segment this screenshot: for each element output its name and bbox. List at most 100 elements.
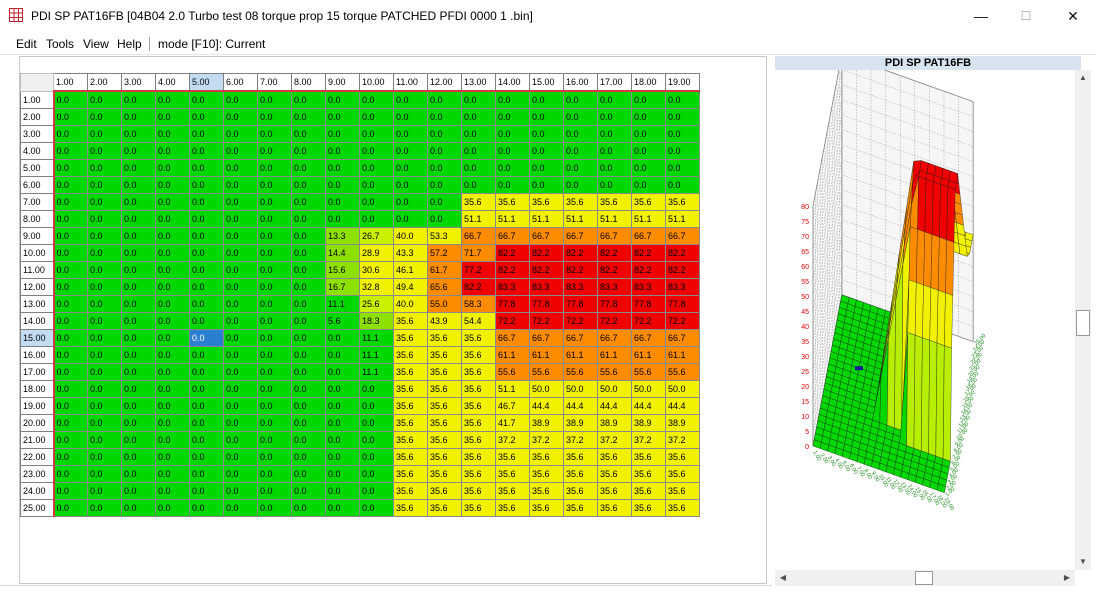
table-cell[interactable]: 44.4 xyxy=(529,397,564,415)
table-cell[interactable]: 66.7 xyxy=(495,329,530,347)
table-cell[interactable]: 0.0 xyxy=(291,142,326,160)
table-cell[interactable]: 61.1 xyxy=(529,346,564,364)
table-cell[interactable]: 0.0 xyxy=(87,176,122,194)
table-cell[interactable]: 0.0 xyxy=(291,227,326,245)
column-header[interactable]: 17.00 xyxy=(597,73,632,92)
table-cell[interactable]: 0.0 xyxy=(359,414,394,432)
table-cell[interactable]: 0.0 xyxy=(597,108,632,126)
table-cell[interactable]: 0.0 xyxy=(189,295,224,313)
table-cell[interactable]: 18.3 xyxy=(359,312,394,330)
table-cell[interactable]: 0.0 xyxy=(291,499,326,517)
table-cell[interactable]: 0.0 xyxy=(257,142,292,160)
table-cell[interactable]: 43.3 xyxy=(393,244,428,262)
table-cell[interactable]: 35.6 xyxy=(393,397,428,415)
table-cell[interactable]: 0.0 xyxy=(257,90,292,109)
table-cell[interactable]: 0.0 xyxy=(121,482,156,500)
table-cell[interactable]: 35.6 xyxy=(427,431,462,449)
horizontal-scroll-thumb[interactable] xyxy=(915,571,933,585)
table-cell[interactable]: 35.6 xyxy=(631,499,666,517)
table-cell[interactable]: 0.0 xyxy=(121,312,156,330)
table-cell[interactable]: 35.6 xyxy=(461,448,496,466)
table-cell[interactable]: 0.0 xyxy=(87,397,122,415)
table-cell[interactable]: 0.0 xyxy=(189,414,224,432)
table-cell[interactable]: 61.7 xyxy=(427,261,462,279)
table-cell[interactable]: 35.6 xyxy=(393,363,428,381)
column-header[interactable]: 19.00 xyxy=(665,73,700,92)
table-cell[interactable]: 0.0 xyxy=(631,142,666,160)
table-cell[interactable]: 0.0 xyxy=(359,108,394,126)
maximize-button[interactable]: ☐ xyxy=(1003,0,1049,32)
table-cell[interactable]: 15.6 xyxy=(325,261,360,279)
row-header[interactable]: 25.00 xyxy=(20,499,55,517)
table-cell[interactable]: 35.6 xyxy=(495,465,530,483)
table-cell[interactable]: 35.6 xyxy=(427,465,462,483)
table-cell[interactable]: 0.0 xyxy=(665,125,700,143)
scroll-up-icon[interactable]: ▲ xyxy=(1075,70,1091,86)
table-cell[interactable]: 66.7 xyxy=(631,227,666,245)
table-cell[interactable]: 35.6 xyxy=(495,448,530,466)
table-cell[interactable]: 0.0 xyxy=(155,431,190,449)
table-cell[interactable]: 0.0 xyxy=(325,159,360,177)
table-cell[interactable]: 65.6 xyxy=(427,278,462,296)
table-cell[interactable]: 0.0 xyxy=(665,159,700,177)
table-cell[interactable]: 0.0 xyxy=(325,90,360,109)
table-cell[interactable]: 0.0 xyxy=(427,159,462,177)
table-cell[interactable]: 72.2 xyxy=(665,312,700,330)
table-cell[interactable]: 0.0 xyxy=(257,465,292,483)
table-cell[interactable]: 35.6 xyxy=(393,499,428,517)
table-cell[interactable]: 0.0 xyxy=(189,312,224,330)
row-header[interactable]: 12.00 xyxy=(20,278,55,296)
table-cell[interactable]: 0.0 xyxy=(223,380,258,398)
table-cell[interactable]: 26.7 xyxy=(359,227,394,245)
table-cell[interactable]: 0.0 xyxy=(359,465,394,483)
table-cell[interactable]: 0.0 xyxy=(461,159,496,177)
table-cell[interactable]: 0.0 xyxy=(155,380,190,398)
table-cell[interactable]: 53.3 xyxy=(427,227,462,245)
table-cell[interactable]: 0.0 xyxy=(121,159,156,177)
table-cell[interactable]: 0.0 xyxy=(257,363,292,381)
table-cell[interactable]: 0.0 xyxy=(257,125,292,143)
table-cell[interactable]: 0.0 xyxy=(223,278,258,296)
table-cell[interactable]: 0.0 xyxy=(359,176,394,194)
table-cell[interactable]: 0.0 xyxy=(121,380,156,398)
table-cell[interactable]: 0.0 xyxy=(223,414,258,432)
table-cell[interactable]: 0.0 xyxy=(87,90,122,109)
table-cell[interactable]: 82.2 xyxy=(631,261,666,279)
table-cell[interactable]: 0.0 xyxy=(563,90,598,109)
table-cell[interactable]: 0.0 xyxy=(257,397,292,415)
table-cell[interactable]: 0.0 xyxy=(325,499,360,517)
table-cell[interactable]: 0.0 xyxy=(155,108,190,126)
table-cell[interactable]: 0.0 xyxy=(189,210,224,228)
table-cell[interactable]: 35.6 xyxy=(529,193,564,211)
table-cell[interactable]: 30.6 xyxy=(359,261,394,279)
table-cell[interactable]: 14.4 xyxy=(325,244,360,262)
row-header[interactable]: 8.00 xyxy=(20,210,55,228)
table-cell[interactable]: 0.0 xyxy=(155,90,190,109)
table-cell[interactable]: 0.0 xyxy=(223,312,258,330)
table-cell[interactable]: 0.0 xyxy=(291,414,326,432)
table-cell[interactable]: 0.0 xyxy=(325,431,360,449)
table-cell[interactable]: 5.6 xyxy=(325,312,360,330)
table-cell[interactable]: 35.6 xyxy=(563,465,598,483)
table-cell[interactable]: 0.0 xyxy=(597,159,632,177)
table-cell[interactable]: 0.0 xyxy=(87,431,122,449)
table-cell[interactable]: 40.0 xyxy=(393,227,428,245)
table-cell[interactable]: 11.1 xyxy=(359,329,394,347)
table-cell[interactable]: 44.4 xyxy=(597,397,632,415)
table-cell[interactable]: 35.6 xyxy=(393,448,428,466)
table-cell[interactable]: 0.0 xyxy=(427,176,462,194)
table-cell[interactable]: 0.0 xyxy=(189,159,224,177)
table-cell[interactable]: 0.0 xyxy=(155,397,190,415)
table-cell[interactable]: 44.4 xyxy=(631,397,666,415)
table-cell[interactable]: 82.2 xyxy=(529,244,564,262)
table-cell[interactable]: 0.0 xyxy=(359,397,394,415)
table-cell[interactable]: 0.0 xyxy=(563,159,598,177)
table-cell[interactable]: 0.0 xyxy=(257,312,292,330)
table-cell[interactable]: 0.0 xyxy=(495,176,530,194)
table-cell[interactable]: 0.0 xyxy=(359,159,394,177)
table-cell[interactable]: 0.0 xyxy=(631,90,666,109)
table-cell[interactable]: 0.0 xyxy=(155,499,190,517)
row-header[interactable]: 5.00 xyxy=(20,159,55,177)
table-cell[interactable]: 0.0 xyxy=(257,108,292,126)
table-cell[interactable]: 43.9 xyxy=(427,312,462,330)
